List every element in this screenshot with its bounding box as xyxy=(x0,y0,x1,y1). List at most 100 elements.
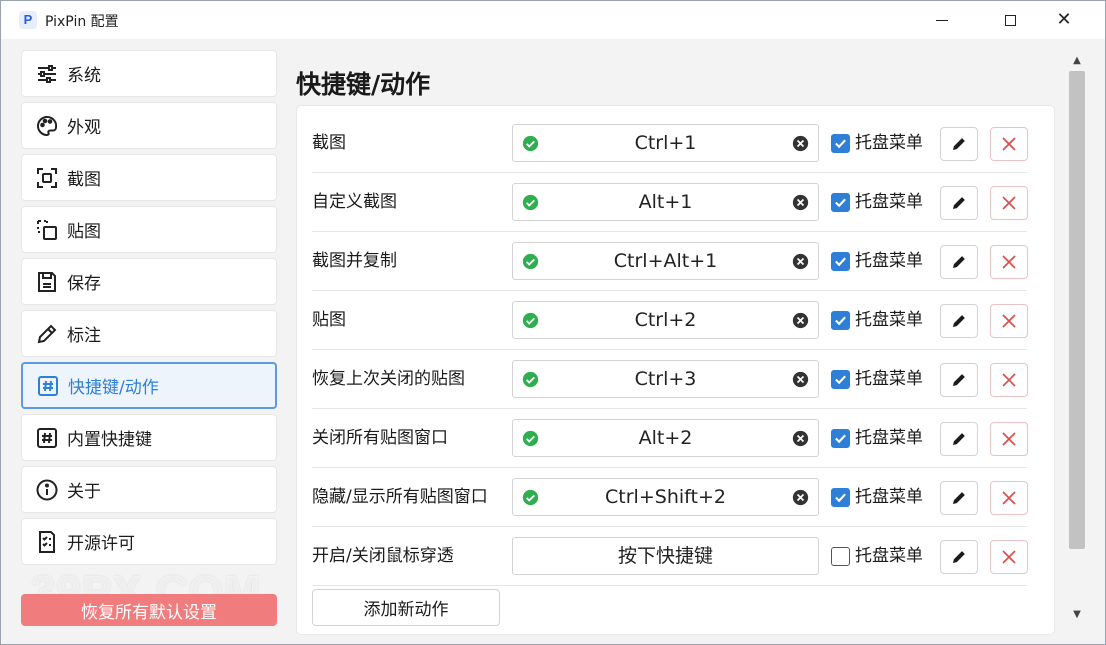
delete-action-button[interactable] xyxy=(990,304,1028,338)
pencil-icon xyxy=(35,322,59,346)
hotkey-input[interactable]: Alt+2 xyxy=(512,419,819,457)
action-label: 隐藏/显示所有贴图窗口 xyxy=(312,487,488,507)
edit-action-button[interactable] xyxy=(940,363,978,397)
delete-action-button[interactable] xyxy=(990,245,1028,279)
hotkey-input[interactable]: Ctrl+2 xyxy=(512,301,819,339)
delete-x-icon xyxy=(1002,491,1016,505)
action-row: 恢复上次关闭的贴图 Ctrl+3 托盘菜单 xyxy=(312,350,1028,409)
tray-menu-checkbox[interactable] xyxy=(831,252,850,271)
sidebar-item-4[interactable]: 保存 xyxy=(21,258,277,305)
maximize-icon xyxy=(1004,14,1016,26)
action-row: 开启/关闭鼠标穿透 按下快捷键 托盘菜单 xyxy=(312,527,1028,586)
action-label: 关闭所有贴图窗口 xyxy=(312,428,448,448)
sidebar-item-label: 关于 xyxy=(67,482,101,502)
delete-action-button[interactable] xyxy=(990,540,1028,574)
action-label: 自定义截图 xyxy=(312,192,397,212)
edit-action-button[interactable] xyxy=(940,481,978,515)
checkmark-icon xyxy=(835,316,846,326)
edit-action-button[interactable] xyxy=(940,540,978,574)
hotkey-input[interactable]: 按下快捷键 xyxy=(512,537,819,575)
sidebar-item-0[interactable]: 系统 xyxy=(21,50,277,97)
checkmark-icon xyxy=(835,198,846,208)
minimize-button[interactable] xyxy=(919,1,965,39)
delete-action-button[interactable] xyxy=(990,363,1028,397)
delete-x-icon xyxy=(1002,373,1016,387)
clear-icon[interactable] xyxy=(792,253,809,270)
delete-action-button[interactable] xyxy=(990,422,1028,456)
save-icon xyxy=(35,270,59,294)
clear-icon[interactable] xyxy=(792,371,809,388)
clear-icon[interactable] xyxy=(792,489,809,506)
clear-icon[interactable] xyxy=(792,312,809,329)
hotkey-value: Ctrl+Alt+1 xyxy=(613,250,718,272)
action-row: 截图 Ctrl+1 托盘菜单 xyxy=(312,114,1028,173)
hotkey-input[interactable]: Ctrl+Alt+1 xyxy=(512,242,819,280)
add-action-button[interactable]: 添加新动作 xyxy=(312,589,500,626)
tray-menu-checkbox[interactable] xyxy=(831,547,850,566)
hotkey-value: Alt+1 xyxy=(638,191,693,213)
hotkey-input[interactable]: Ctrl+3 xyxy=(512,360,819,398)
sidebar-item-label: 内置快捷键 xyxy=(67,430,152,450)
close-button[interactable]: ✕ xyxy=(1041,1,1087,39)
delete-action-button[interactable] xyxy=(990,481,1028,515)
config-window: P PixPin 配置 ✕ 系统 外观 截图 贴图 保存 标注 快捷键/动作 内置快捷键 关于开… xyxy=(0,0,1106,645)
action-label: 截图 xyxy=(312,133,346,153)
palette-icon xyxy=(35,114,59,138)
action-row: 贴图 Ctrl+2 托盘菜单 xyxy=(312,291,1028,350)
delete-action-button[interactable] xyxy=(990,127,1028,161)
sidebar-item-label: 截图 xyxy=(67,170,101,190)
tray-menu-label: 托盘菜单 xyxy=(855,133,923,153)
sidebar-item-2[interactable]: 截图 xyxy=(21,154,277,201)
pixpin-logo-icon: P xyxy=(19,11,37,29)
tray-menu-label: 托盘菜单 xyxy=(855,310,923,330)
action-row: 关闭所有贴图窗口 Alt+2 托盘菜单 xyxy=(312,409,1028,468)
sidebar-item-label: 标注 xyxy=(67,326,101,346)
tray-menu-checkbox[interactable] xyxy=(831,311,850,330)
checkmark-icon xyxy=(835,493,846,503)
hotkey-input[interactable]: Ctrl+1 xyxy=(512,124,819,162)
reset-defaults-button[interactable]: 恢复所有默认设置 xyxy=(21,594,277,626)
scroll-down-icon[interactable]: ▼ xyxy=(1071,609,1083,620)
delete-x-icon xyxy=(1002,137,1016,151)
tray-menu-label: 托盘菜单 xyxy=(855,192,923,212)
edit-action-button[interactable] xyxy=(940,422,978,456)
tray-menu-checkbox[interactable] xyxy=(831,193,850,212)
hotkey-input[interactable]: Ctrl+Shift+2 xyxy=(512,478,819,516)
sidebar-item-8[interactable]: 关于 xyxy=(21,466,277,513)
close-icon: ✕ xyxy=(1056,9,1072,30)
edit-action-button[interactable] xyxy=(940,304,978,338)
sidebar-item-5[interactable]: 标注 xyxy=(21,310,277,357)
tray-menu-checkbox[interactable] xyxy=(831,134,850,153)
sidebar-item-label: 外观 xyxy=(67,118,101,138)
scroll-up-icon[interactable]: ▲ xyxy=(1071,55,1083,66)
maximize-button[interactable] xyxy=(987,1,1033,39)
checkmark-icon xyxy=(835,434,846,444)
clear-icon[interactable] xyxy=(792,194,809,211)
sidebar-item-1[interactable]: 外观 xyxy=(21,102,277,149)
tray-menu-checkbox[interactable] xyxy=(831,429,850,448)
vertical-scrollbar[interactable]: ▲ ▼ xyxy=(1067,53,1087,631)
clear-icon[interactable] xyxy=(792,135,809,152)
sidebar-item-9[interactable]: 开源许可 xyxy=(21,518,277,565)
page-title: 快捷键/动作 xyxy=(296,70,431,99)
pencil-icon xyxy=(953,551,965,563)
tray-menu-label: 托盘菜单 xyxy=(855,369,923,389)
edit-action-button[interactable] xyxy=(940,186,978,220)
edit-action-button[interactable] xyxy=(940,127,978,161)
tray-menu-checkbox[interactable] xyxy=(831,488,850,507)
clear-icon[interactable] xyxy=(792,430,809,447)
hotkey-value: Ctrl+2 xyxy=(634,309,697,331)
hash-icon xyxy=(36,374,60,398)
window-title: PixPin 配置 xyxy=(45,14,119,30)
delete-x-icon xyxy=(1002,255,1016,269)
scroll-thumb[interactable] xyxy=(1069,71,1085,549)
sidebar-item-7[interactable]: 内置快捷键 xyxy=(21,414,277,461)
delete-action-button[interactable] xyxy=(990,186,1028,220)
edit-action-button[interactable] xyxy=(940,245,978,279)
hotkey-input[interactable]: Alt+1 xyxy=(512,183,819,221)
tray-menu-checkbox[interactable] xyxy=(831,370,850,389)
sidebar-item-3[interactable]: 贴图 xyxy=(21,206,277,253)
title-bar[interactable]: P PixPin 配置 ✕ xyxy=(1,1,1105,39)
pencil-icon xyxy=(953,433,965,445)
sidebar-item-6[interactable]: 快捷键/动作 xyxy=(21,362,277,409)
